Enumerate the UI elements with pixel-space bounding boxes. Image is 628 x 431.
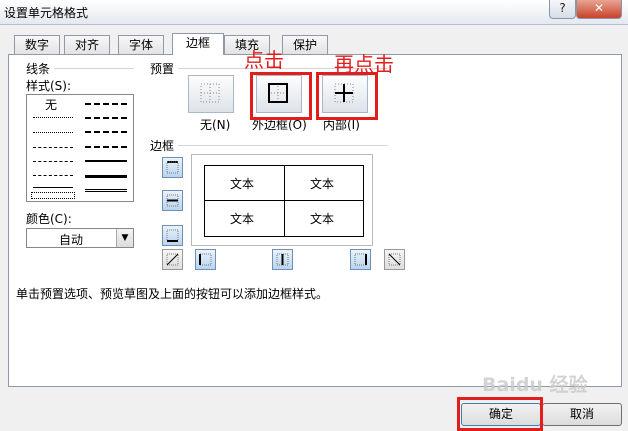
preview-inside-vertical <box>284 166 285 236</box>
tab-font[interactable]: 字体 <box>118 35 164 54</box>
border-diagonal-down-button[interactable] <box>384 249 405 270</box>
border-bottom-button[interactable] <box>162 225 183 246</box>
border-group-title: 边框 <box>150 139 175 153</box>
line-style-slanted-dash-dot[interactable] <box>85 117 127 119</box>
diagonal-down-icon <box>388 253 401 266</box>
border-none-icon <box>200 83 220 103</box>
color-dropdown[interactable]: 自动 ▼ <box>26 228 134 248</box>
line-style-thick[interactable] <box>85 175 127 178</box>
line-style-selected[interactable] <box>31 192 75 199</box>
line-style-thin[interactable] <box>33 187 73 188</box>
diagonal-up-icon <box>166 253 179 266</box>
color-value: 自动 <box>58 233 83 247</box>
chevron-down-icon[interactable]: ▼ <box>116 229 133 247</box>
annotation-click-again: 再点击 <box>334 52 394 76</box>
preset-group-title: 预置 <box>150 62 175 76</box>
preview-inside-horizontal <box>205 200 363 201</box>
line-style-dash-dot-dot[interactable] <box>33 147 73 148</box>
preset-none-button[interactable] <box>188 75 234 113</box>
border-vertical-inside-icon <box>276 253 289 266</box>
border-left-icon <box>199 253 212 266</box>
border-left-button[interactable] <box>195 249 216 270</box>
highlight-outline-preset <box>250 72 312 120</box>
border-right-button[interactable] <box>350 249 371 270</box>
line-style-dashed[interactable] <box>33 175 73 176</box>
tab-alignment[interactable]: 对齐 <box>64 35 110 54</box>
border-middle-button[interactable] <box>162 190 183 211</box>
style-label: 样式(S): <box>26 79 72 93</box>
color-label: 颜色(C): <box>26 212 72 226</box>
preview-cell-text: 文本 <box>310 177 335 191</box>
preview-cell-text: 文本 <box>230 212 255 226</box>
preview-grid <box>204 165 364 237</box>
help-button[interactable]: ? <box>549 0 576 19</box>
line-style-dotted[interactable] <box>33 132 73 133</box>
line-group-title: 线条 <box>26 62 51 76</box>
line-style-double[interactable] <box>85 189 127 192</box>
line-style-medium-dashed[interactable] <box>85 146 127 148</box>
border-top-button[interactable] <box>162 157 183 178</box>
line-style-medium-dash-dot-dot[interactable] <box>85 103 127 105</box>
tab-number[interactable]: 数字 <box>14 35 60 54</box>
cancel-button[interactable]: 取消 <box>542 403 622 426</box>
preview-cell-text: 文本 <box>310 212 335 226</box>
line-style-list[interactable]: 无 <box>26 94 134 202</box>
line-group-divider <box>54 68 134 69</box>
border-center-button[interactable] <box>272 249 293 270</box>
line-style-dash-dot[interactable] <box>33 161 73 162</box>
highlight-inside-preset <box>316 72 378 120</box>
highlight-ok-button <box>457 397 543 431</box>
border-diagonal-up-button[interactable] <box>162 249 183 270</box>
watermark: Baidu 经验 <box>482 374 588 396</box>
preset-none-label: 无(N) <box>200 118 231 132</box>
preview-cell-text: 文本 <box>230 177 255 191</box>
line-style-medium[interactable] <box>85 160 127 162</box>
border-horizontal-inside-icon <box>166 194 179 207</box>
tab-border[interactable]: 边框 <box>172 33 224 55</box>
line-style-hair[interactable] <box>33 117 73 118</box>
window-title: 设置单元格格式 <box>4 6 89 20</box>
border-group-divider <box>178 145 388 146</box>
close-button[interactable]: ✕ <box>576 0 622 19</box>
tab-protection[interactable]: 保护 <box>282 35 328 54</box>
line-style-medium-dash-dot[interactable] <box>85 131 127 133</box>
annotation-click: 点击 <box>244 48 284 72</box>
border-bottom-icon <box>166 229 179 242</box>
border-top-icon <box>166 161 179 174</box>
line-style-none[interactable]: 无 <box>45 96 57 113</box>
title-bar: 设置单元格格式 ? ✕ <box>0 0 628 25</box>
hint-text: 单击预置选项、预览草图及上面的按钮可以添加边框样式。 <box>16 287 329 301</box>
border-right-icon <box>354 253 367 266</box>
border-preview[interactable]: 文本 文本 文本 文本 <box>191 154 373 246</box>
